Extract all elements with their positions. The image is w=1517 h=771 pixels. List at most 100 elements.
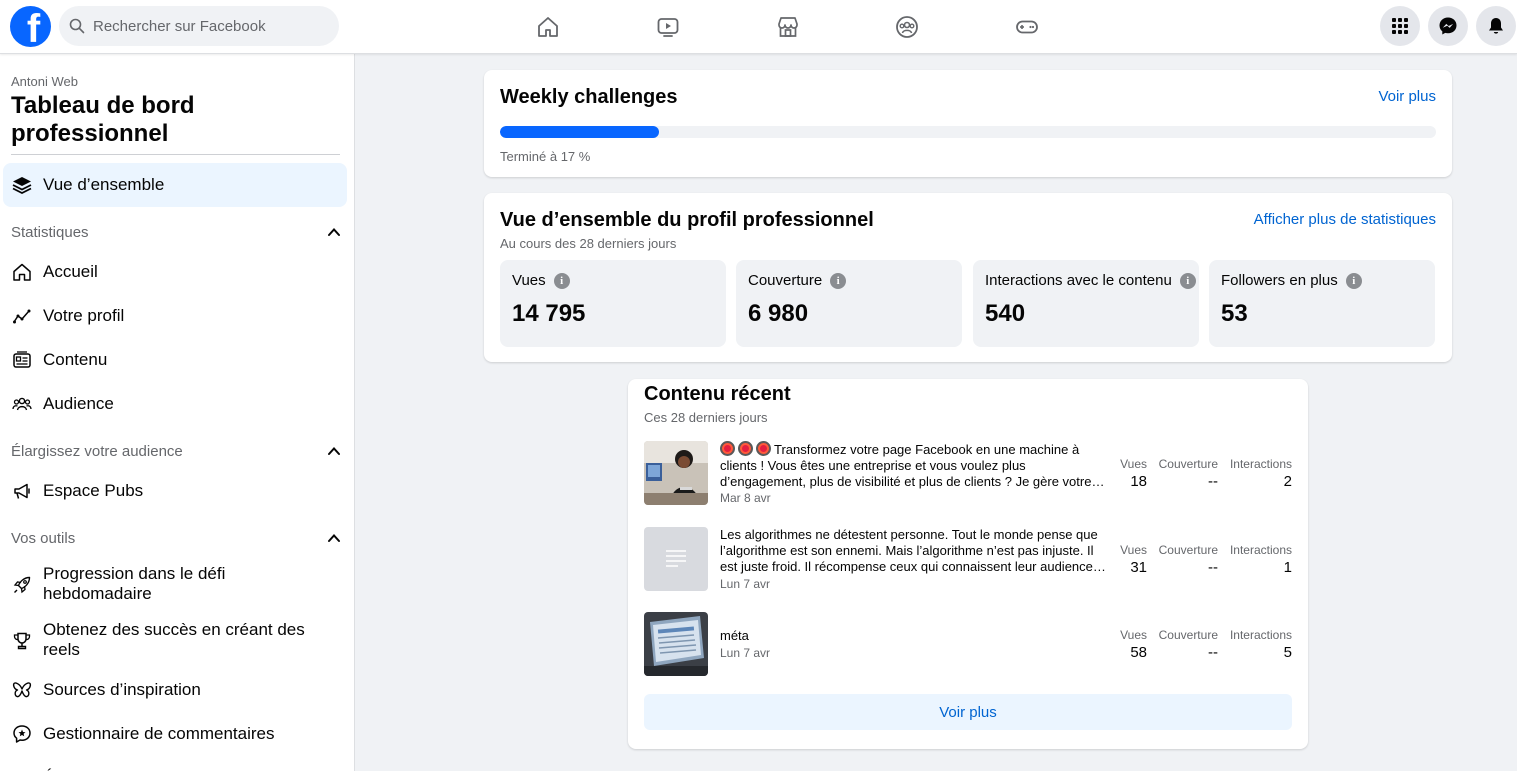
post-date: Mar 8 avr xyxy=(720,491,771,505)
gaming-icon[interactable] xyxy=(1010,10,1044,44)
marketplace-icon[interactable] xyxy=(771,10,805,44)
search-box[interactable] xyxy=(59,6,339,46)
rocket-icon xyxy=(11,574,33,596)
post-text: méta xyxy=(720,628,749,643)
metric-reach: Couverture -- xyxy=(1154,628,1218,661)
sidebar-item-weekly-progress[interactable]: Progression dans le défi hebdomadaire xyxy=(3,562,347,610)
trophy-icon xyxy=(11,630,33,652)
sidebar-item-contenu[interactable]: Contenu xyxy=(3,338,347,382)
stat-value: 14 795 xyxy=(512,300,586,327)
info-icon[interactable]: i xyxy=(1345,272,1362,289)
weekly-progress-status: Terminé à 17 % xyxy=(500,149,591,164)
sidebar-item-accueil[interactable]: Accueil xyxy=(3,250,347,294)
butterfly-icon xyxy=(11,679,33,701)
sidebar-item-label: Gestionnaire de commentaires xyxy=(43,724,275,743)
facebook-logo[interactable]: f xyxy=(10,6,51,47)
sidebar-item-overview[interactable]: Vue d’ensemble xyxy=(3,163,347,207)
metric-value: 1 xyxy=(1283,559,1292,576)
sidebar-item-label: Progression dans le défi hebdomadaire xyxy=(43,564,226,603)
section-title: Vos outils xyxy=(11,529,76,547)
info-icon[interactable]: i xyxy=(830,272,847,289)
metric-views: Vues 18 xyxy=(1112,457,1147,490)
stat-label-row: Followers en plus i xyxy=(1221,272,1362,289)
weekly-see-more-link[interactable]: Voir plus xyxy=(1378,88,1436,105)
sidebar-item-label: Vue d’ensemble xyxy=(43,175,165,194)
metric-views: Vues 58 xyxy=(1112,628,1147,661)
home-icon xyxy=(11,261,33,283)
stat-value: 6 980 xyxy=(748,300,809,327)
content-row[interactable]: Les algorithmes ne détestent personne. T… xyxy=(644,527,1292,591)
recent-see-more-button[interactable]: Voir plus xyxy=(644,694,1292,730)
profile-overview-subtitle: Au cours des 28 derniers jours xyxy=(500,236,677,251)
post-text-content: Transformez votre page Facebook en une m… xyxy=(720,442,1105,489)
comment-star-icon xyxy=(11,723,33,745)
recent-content-title: Contenu récent xyxy=(644,383,791,405)
metric-value: -- xyxy=(1208,473,1218,490)
metric-value: -- xyxy=(1208,559,1218,576)
metric-views: Vues 31 xyxy=(1112,543,1147,576)
sidebar-item-label: Espace Pubs xyxy=(43,481,144,500)
sidebar-item-label: Sources d’inspiration xyxy=(43,680,201,699)
post-thumbnail xyxy=(644,527,708,591)
info-icon[interactable]: i xyxy=(553,272,570,289)
profile-overview-title: Vue d’ensemble du profil professionnel xyxy=(500,209,874,231)
metric-reach: Couverture -- xyxy=(1154,457,1218,490)
metric-label: Interactions xyxy=(1229,543,1292,557)
sidebar-item-comments-manager[interactable]: Gestionnaire de commentaires xyxy=(3,712,347,756)
metric-value: 5 xyxy=(1283,644,1292,661)
section-title: Élargissez votre audience xyxy=(11,442,183,460)
stat-value: 53 xyxy=(1221,300,1248,327)
metric-label: Vues xyxy=(1120,543,1147,557)
menu-grid-icon[interactable] xyxy=(1380,6,1420,46)
layers-icon xyxy=(11,174,33,196)
sidebar-item-partial[interactable]: É xyxy=(3,756,347,771)
stat-label-row: Vues i xyxy=(512,272,570,289)
content-row[interactable]: Transformez votre page Facebook en une m… xyxy=(644,441,1292,505)
groups-icon[interactable] xyxy=(890,10,924,44)
search-input[interactable] xyxy=(93,17,323,35)
chevron-up-icon[interactable] xyxy=(327,531,341,545)
video-icon[interactable] xyxy=(651,10,685,44)
text-post-icon xyxy=(666,550,686,567)
content-icon xyxy=(11,349,33,371)
chevron-up-icon[interactable] xyxy=(327,444,341,458)
metric-interactions: Interactions 5 xyxy=(1226,628,1292,661)
notifications-icon[interactable] xyxy=(1476,6,1516,46)
info-icon[interactable]: i xyxy=(1179,272,1196,289)
profile-overview-card: Vue d’ensemble du profil professionnel A… xyxy=(484,193,1452,362)
section-expand-audience[interactable]: Élargissez votre audience xyxy=(11,440,341,462)
sidebar-item-audience[interactable]: Audience xyxy=(3,382,347,426)
post-date: Lun 7 avr xyxy=(720,577,771,591)
metric-value: 58 xyxy=(1130,644,1147,661)
chevron-up-icon[interactable] xyxy=(327,225,341,239)
sidebar-item-inspiration[interactable]: Sources d’inspiration xyxy=(3,668,347,712)
stat-label: Couverture xyxy=(748,272,823,289)
top-navigation-bar: f xyxy=(0,0,1517,54)
metric-value: -- xyxy=(1208,644,1218,661)
stat-label-row: Couverture i xyxy=(748,272,847,289)
sidebar-item-reels-achievements[interactable]: Obtenez des succès en créant des reels xyxy=(3,618,347,666)
content-row[interactable]: méta Lun 7 avr Vues 58 Couverture -- Inter… xyxy=(644,612,1292,676)
more-stats-link[interactable]: Afficher plus de statistiques xyxy=(1254,211,1436,228)
stat-label: Followers en plus xyxy=(1221,272,1338,289)
red-circle-emoji-icon xyxy=(738,441,753,456)
partial-icon xyxy=(11,767,33,771)
sidebar-item-label: Votre profil xyxy=(43,306,125,325)
stat-card-new-followers[interactable]: Followers en plus i 53 xyxy=(1209,260,1435,347)
stat-card-interactions[interactable]: Interactions avec le contenu i 540 xyxy=(973,260,1199,347)
page-owner-name: Antoni Web xyxy=(11,74,78,89)
weekly-challenges-card: Weekly challenges Voir plus Terminé à 17… xyxy=(484,70,1452,177)
stat-label-row: Interactions avec le contenu i xyxy=(985,272,1196,289)
section-statistics[interactable]: Statistiques xyxy=(11,221,341,243)
stat-card-reach[interactable]: Couverture i 6 980 xyxy=(736,260,962,347)
messenger-icon[interactable] xyxy=(1428,6,1468,46)
metric-value: 18 xyxy=(1130,473,1147,490)
home-icon[interactable] xyxy=(531,10,565,44)
section-your-tools[interactable]: Vos outils xyxy=(11,527,341,549)
sidebar-item-profil[interactable]: Votre profil xyxy=(3,294,347,338)
weekly-progress-bar xyxy=(500,126,1436,138)
sidebar-item-ads-center[interactable]: Espace Pubs xyxy=(3,469,347,513)
megaphone-icon xyxy=(11,480,33,502)
sidebar-item-label: Contenu xyxy=(43,350,108,369)
stat-card-views[interactable]: Vues i 14 795 xyxy=(500,260,726,347)
